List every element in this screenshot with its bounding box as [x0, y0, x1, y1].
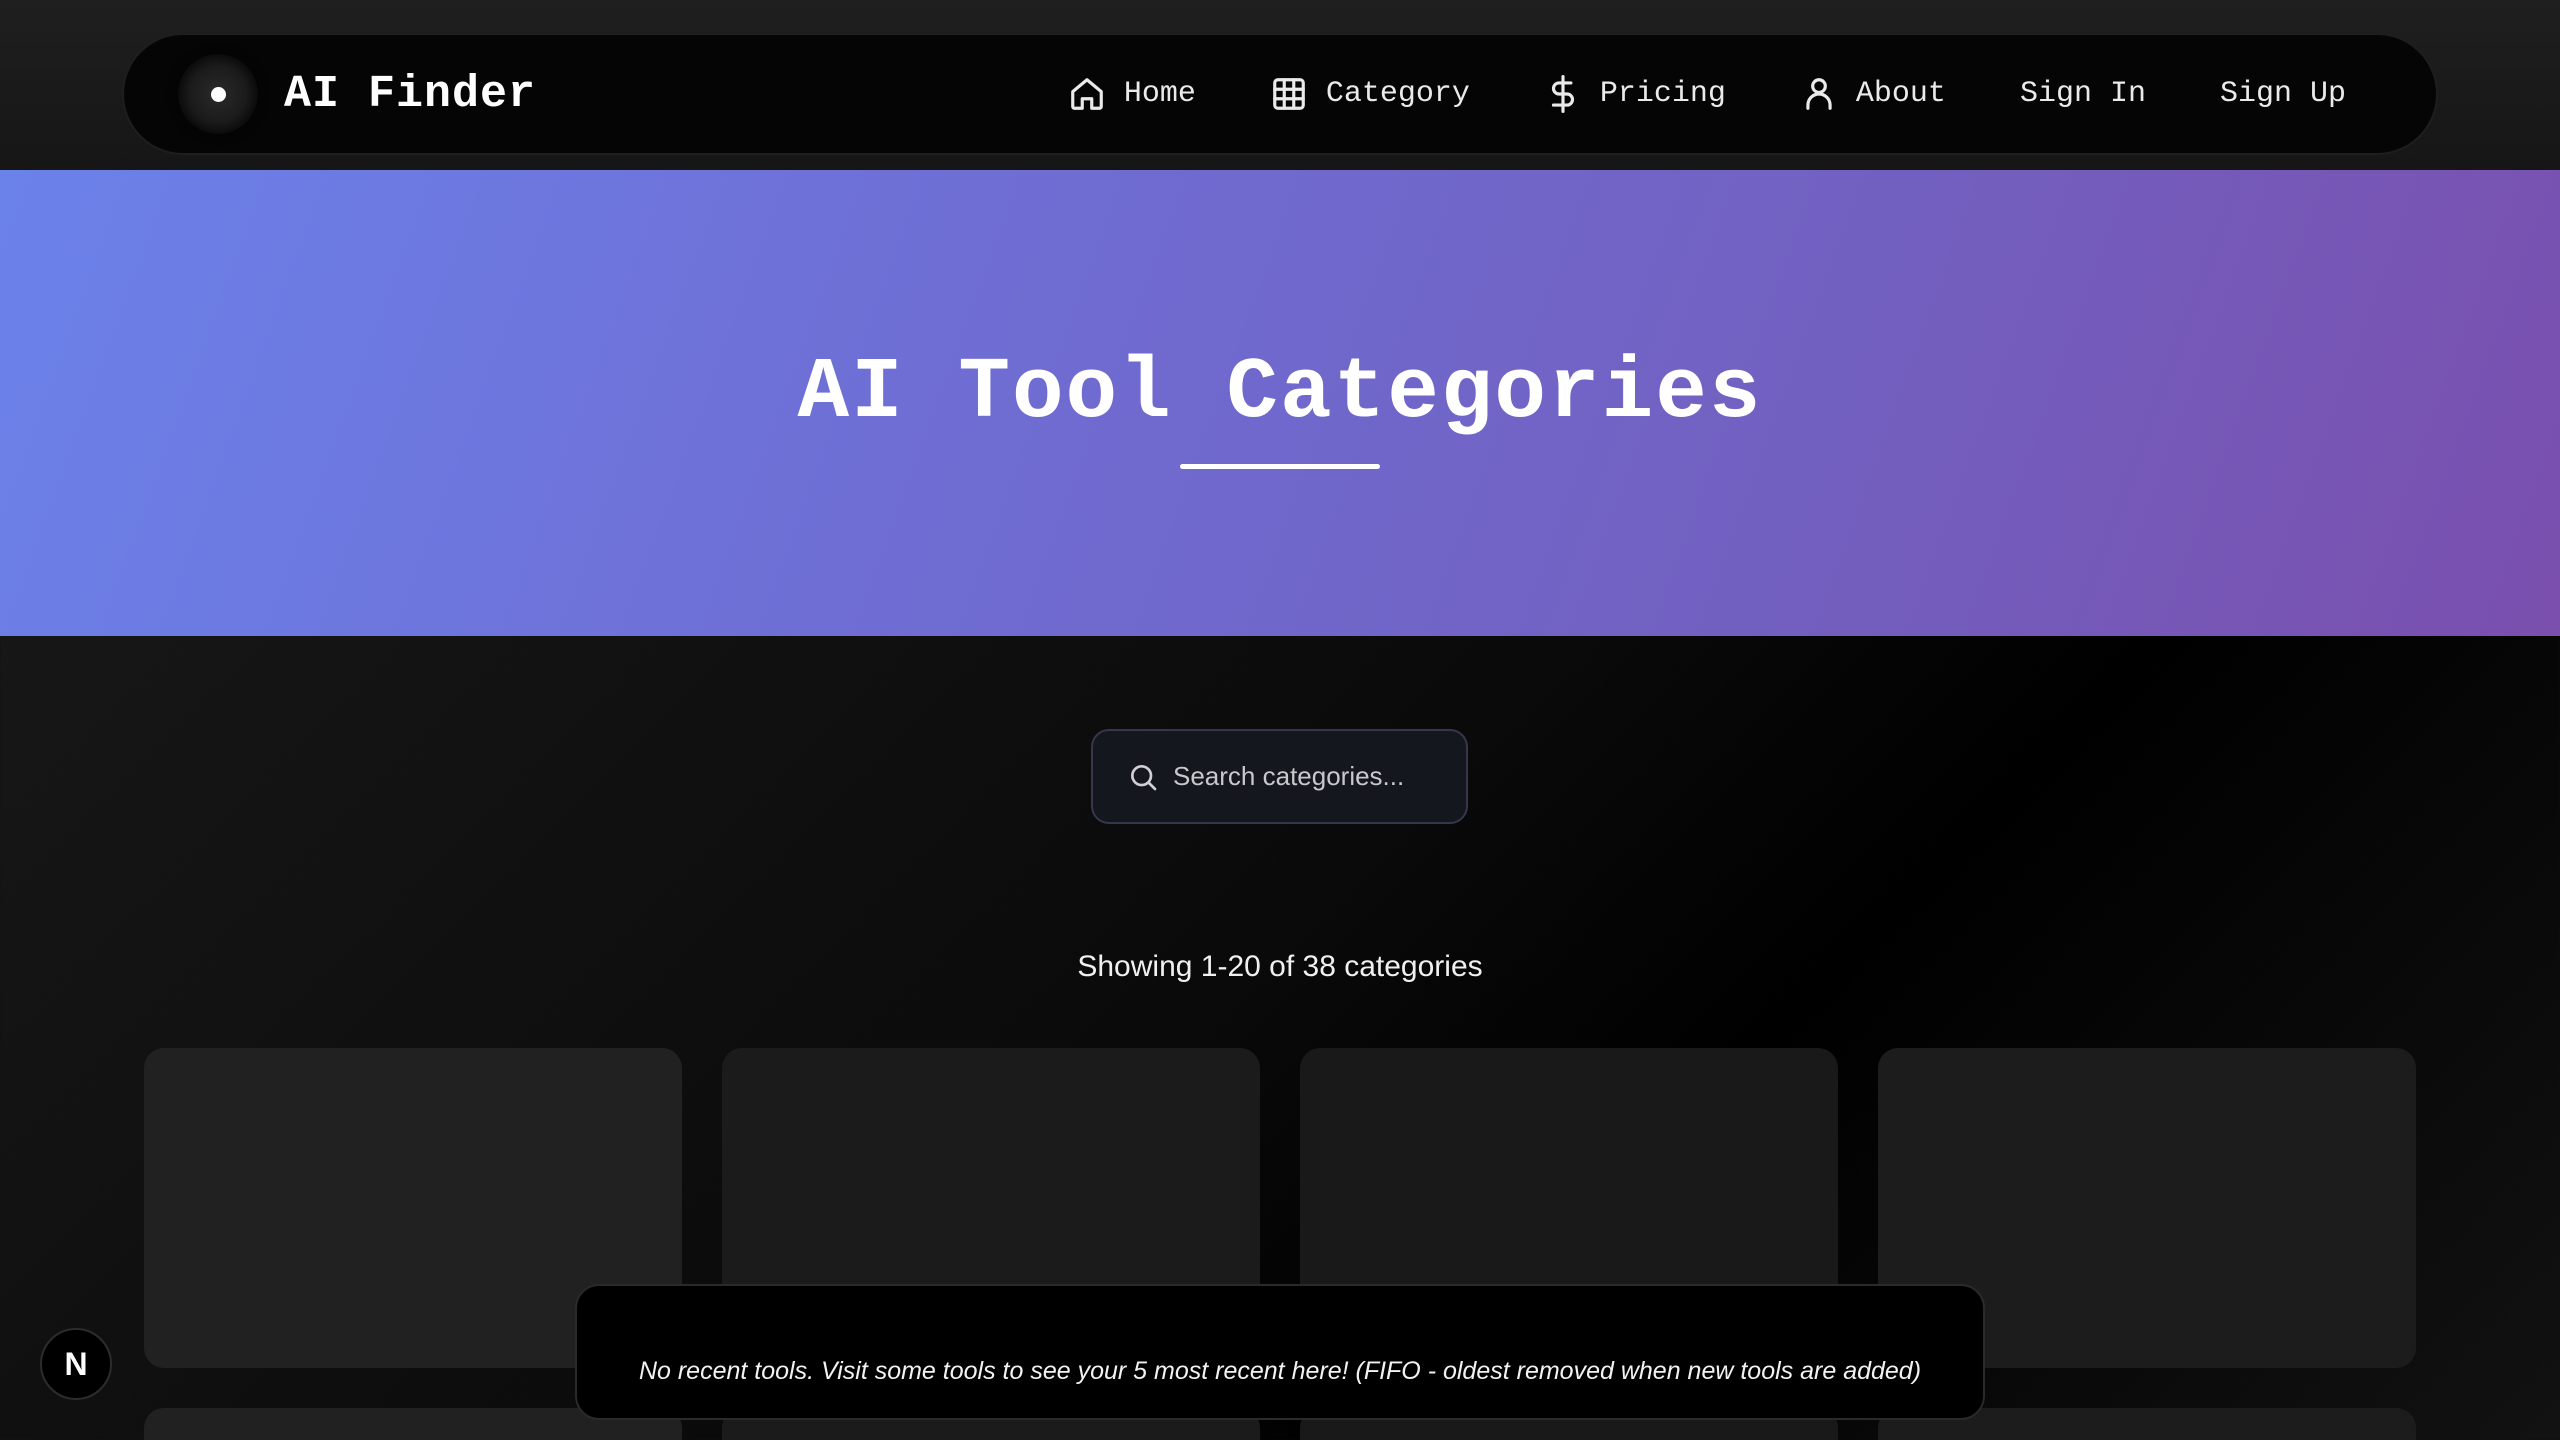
nav-links: Home Category Pricing About Sign In Sign… — [1068, 75, 2346, 113]
top-bar: AI Finder Home Category Pricing About Si… — [0, 0, 2560, 170]
nav-home[interactable]: Home — [1068, 75, 1196, 113]
recent-tools-toast: No recent tools. Visit some tools to see… — [575, 1284, 1985, 1420]
logo[interactable]: AI Finder — [178, 54, 536, 134]
home-icon — [1071, 78, 1103, 110]
nav-about-label: About — [1855, 77, 1946, 111]
search-box[interactable] — [1091, 729, 1468, 824]
dollar-icon — [1551, 75, 1574, 113]
nav-home-label: Home — [1123, 77, 1196, 111]
grid-icon — [1273, 78, 1305, 110]
user-icon — [1806, 78, 1832, 110]
navbar: AI Finder Home Category Pricing About Si… — [122, 33, 2438, 155]
logo-orb-icon — [178, 54, 258, 134]
nav-pricing[interactable]: Pricing — [1544, 75, 1726, 113]
title-underline — [1180, 464, 1380, 469]
page-title: AI Tool Categories — [797, 344, 1763, 442]
search-icon — [1131, 764, 1157, 790]
search-input[interactable] — [1173, 761, 1453, 792]
toast-message: No recent tools. Visit some tools to see… — [638, 1357, 1922, 1385]
nav-category-label: Category — [1325, 77, 1470, 111]
nav-sign-in-label: Sign In — [2019, 77, 2146, 111]
results-count: Showing 1-20 of 38 categories — [1077, 950, 1483, 983]
nav-sign-up[interactable]: Sign Up — [2220, 77, 2346, 111]
dev-tools-badge[interactable]: N — [40, 1328, 112, 1400]
nav-about[interactable]: About — [1800, 75, 1946, 113]
nav-pricing-label: Pricing — [1599, 77, 1726, 111]
logo-dot — [210, 86, 226, 102]
brand-name: AI Finder — [284, 68, 537, 120]
nav-sign-up-label: Sign Up — [2219, 77, 2346, 111]
nav-sign-in[interactable]: Sign In — [2020, 77, 2146, 111]
hero-banner: AI Tool Categories — [0, 170, 2560, 636]
nav-category[interactable]: Category — [1270, 75, 1470, 113]
dev-badge-label: N — [64, 1345, 88, 1382]
